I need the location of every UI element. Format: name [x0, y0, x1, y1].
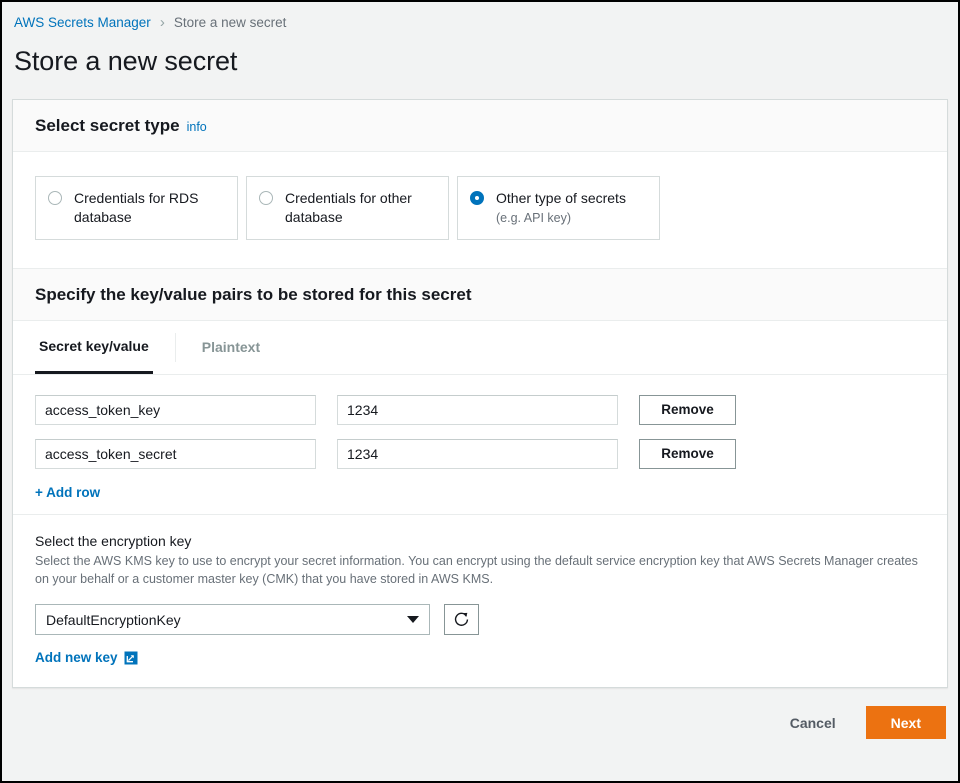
page-title: Store a new secret: [2, 32, 958, 77]
radio-icon[interactable]: [48, 191, 62, 205]
encryption-key-select[interactable]: DefaultEncryptionKey: [35, 604, 430, 635]
secret-key-input[interactable]: [35, 439, 316, 469]
encryption-key-controls: DefaultEncryptionKey: [35, 604, 925, 635]
keyvalue-row: Remove: [35, 439, 925, 469]
add-new-key-link[interactable]: Add new key: [35, 650, 138, 665]
keyvalue-section-title: Specify the key/value pairs to be stored…: [35, 285, 472, 304]
refresh-keys-button[interactable]: [444, 604, 479, 635]
form-footer: Cancel Next: [2, 688, 958, 739]
secret-type-option-other-database[interactable]: Credentials for other database: [246, 176, 449, 240]
keyvalue-rows: Remove Remove + Add row: [13, 375, 947, 514]
option-sublabel: (e.g. API key): [496, 210, 626, 227]
keyvalue-row: Remove: [35, 395, 925, 425]
remove-row-button[interactable]: Remove: [639, 439, 736, 469]
info-link[interactable]: info: [187, 120, 207, 134]
add-new-key-label: Add new key: [35, 650, 118, 665]
keyvalue-section-header: Specify the key/value pairs to be stored…: [13, 268, 947, 321]
tab-label: Secret key/value: [39, 338, 149, 354]
radio-icon[interactable]: [259, 191, 273, 205]
secret-type-options: Credentials for RDS database Credentials…: [13, 152, 947, 268]
tab-label: Plaintext: [202, 339, 260, 355]
option-label: Credentials for other database: [285, 190, 412, 225]
breadcrumb-current: Store a new secret: [174, 15, 287, 30]
secret-value-input[interactable]: [337, 395, 618, 425]
secret-value-input[interactable]: [337, 439, 618, 469]
option-label: Credentials for RDS database: [74, 190, 199, 225]
app-viewport: AWS Secrets Manager › Store a new secret…: [2, 2, 958, 781]
encryption-key-section: Select the encryption key Select the AWS…: [13, 514, 947, 687]
form-card: Select secret type info Credentials for R…: [12, 99, 948, 688]
breadcrumb-separator-icon: ›: [160, 14, 165, 31]
add-row-link[interactable]: + Add row: [35, 485, 100, 500]
secret-type-option-other-secrets[interactable]: Other type of secrets (e.g. API key): [457, 176, 660, 240]
breadcrumb: AWS Secrets Manager › Store a new secret: [2, 2, 958, 32]
option-label: Other type of secrets: [496, 190, 626, 206]
cancel-button[interactable]: Cancel: [776, 707, 850, 739]
encryption-key-selected-value: DefaultEncryptionKey: [46, 612, 181, 628]
refresh-icon: [453, 611, 470, 628]
radio-icon-selected[interactable]: [470, 191, 484, 205]
tab-plaintext[interactable]: Plaintext: [198, 321, 264, 374]
tab-divider: [175, 333, 176, 362]
keyvalue-tabs: Secret key/value Plaintext: [13, 321, 947, 375]
breadcrumb-root-link[interactable]: AWS Secrets Manager: [14, 15, 151, 30]
secret-type-option-rds[interactable]: Credentials for RDS database: [35, 176, 238, 240]
select-secret-type-title: Select secret type: [35, 116, 180, 135]
external-link-icon: [124, 651, 138, 665]
tab-secret-key-value[interactable]: Secret key/value: [35, 321, 153, 374]
remove-row-button[interactable]: Remove: [639, 395, 736, 425]
chevron-down-icon: [407, 616, 419, 623]
encryption-key-description: Select the AWS KMS key to use to encrypt…: [35, 552, 925, 588]
next-button[interactable]: Next: [866, 706, 946, 739]
encryption-key-title: Select the encryption key: [35, 533, 925, 549]
secret-key-input[interactable]: [35, 395, 316, 425]
select-secret-type-header: Select secret type info: [13, 100, 947, 152]
